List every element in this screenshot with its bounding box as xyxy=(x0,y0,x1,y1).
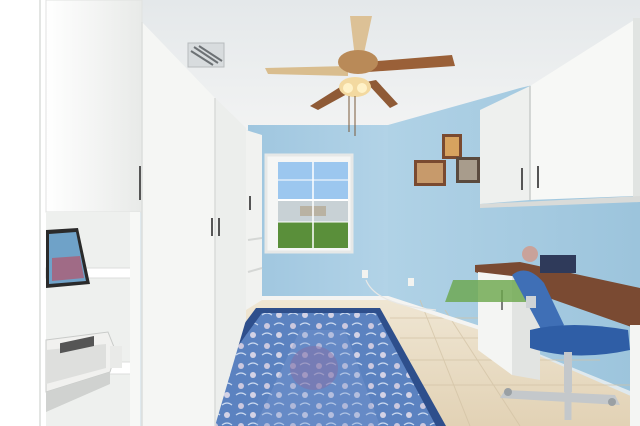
wall-outlet-icon xyxy=(362,270,368,278)
room-photo xyxy=(0,0,640,426)
air-vent-icon xyxy=(187,42,225,68)
window xyxy=(264,153,354,254)
